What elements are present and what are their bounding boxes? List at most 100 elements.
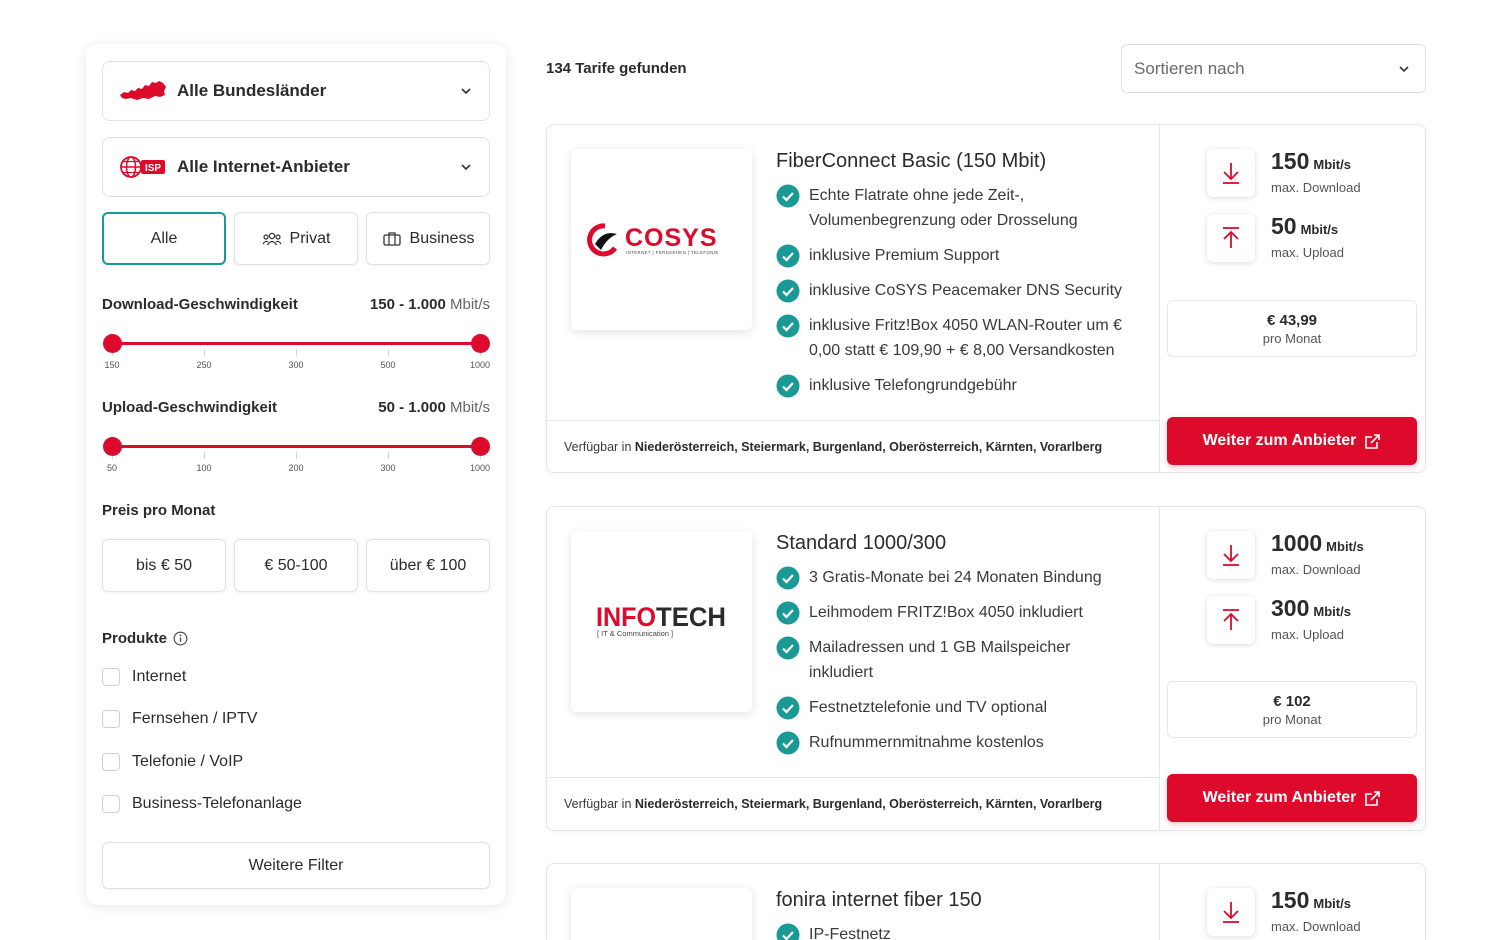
product-checkbox-pbx[interactable]: Business-Telefonanlage (102, 795, 302, 813)
upload-speed-text: 300 Mbit/s max. Upload (1271, 596, 1351, 642)
feature-text: inklusive Premium Support (809, 247, 1000, 264)
checkbox[interactable] (102, 795, 120, 813)
feature-list: 3 Gratis-Monate bei 24 Monaten Bindung L… (776, 565, 1136, 765)
check-circle-icon (776, 566, 800, 590)
slider-tick (296, 452, 297, 459)
download-range-unit: Mbit/s (449, 296, 490, 313)
region-dropdown[interactable]: Alle Bundesländer (102, 61, 490, 121)
provider-logo: INFO TECH [ IT & Communication ] (571, 531, 752, 712)
slider-tick-label: 200 (288, 463, 304, 473)
slider-track (112, 445, 480, 448)
infotech-logo-sub: [ IT & Communication ] (597, 629, 673, 638)
external-link-icon (1365, 433, 1381, 449)
download-speed-value-line: 150 Mbit/s (1271, 888, 1361, 916)
slider-thumb-min[interactable] (103, 437, 122, 456)
feature-list: IP-Festnetz (776, 922, 1136, 940)
feature-item: IP-Festnetz (776, 922, 1136, 940)
price-period: pro Monat (1262, 711, 1322, 727)
products-filter-title: Produkte (102, 630, 168, 647)
briefcase-icon (382, 231, 401, 246)
slider-thumb-max[interactable] (471, 437, 490, 456)
download-filter-header: Download-Geschwindigkeit 150 - 1.000 Mbi… (102, 296, 490, 313)
divider (547, 420, 1159, 421)
feature-item: Leihmodem FRITZ!Box 4050 inkludiert (776, 600, 1136, 625)
slider-tick-label: 100 (196, 463, 212, 473)
provider-link-button[interactable]: Weiter zum Anbieter (1167, 774, 1417, 822)
checkbox[interactable] (102, 668, 120, 686)
customer-type-business[interactable]: Business (366, 212, 490, 265)
product-checkbox-internet[interactable]: Internet (102, 668, 186, 686)
product-checkbox-voip[interactable]: Telefonie / VoIP (102, 753, 243, 771)
more-filters-button[interactable]: Weitere Filter (102, 842, 490, 889)
slider-tick (204, 349, 205, 356)
product-checkbox-tv[interactable]: Fernsehen / IPTV (102, 710, 257, 728)
feature-item: inklusive CoSYS Peacemaker DNS Security (776, 278, 1136, 303)
slider-tick-label: 150 (104, 360, 120, 370)
feature-item: 3 Gratis-Monate bei 24 Monaten Bindung (776, 565, 1136, 590)
price-option-50-100[interactable]: € 50-100 (234, 539, 358, 592)
sort-dropdown[interactable]: Sortieren nach (1121, 44, 1426, 93)
isp-globe-icon: ISP (119, 152, 167, 182)
slider-tick-label: 300 (288, 360, 304, 370)
download-arrow-icon (1207, 531, 1255, 579)
upload-speed-value-line: 300 Mbit/s (1271, 596, 1351, 624)
slider-tick-label: 300 (380, 463, 396, 473)
upload-range-value: 50 - 1.000 Mbit/s (378, 399, 490, 416)
upload-speed-label: max. Upload (1271, 627, 1344, 642)
upload-speed-label: max. Upload (1271, 245, 1344, 260)
download-speed-value-line: 1000 Mbit/s (1271, 531, 1364, 559)
divider (1159, 864, 1160, 940)
feature-text: Leihmodem FRITZ!Box 4050 inkludiert (809, 604, 1083, 621)
checkbox[interactable] (102, 753, 120, 771)
sort-dropdown-placeholder: Sortieren nach (1134, 58, 1245, 78)
customer-type-business-label: Business (409, 229, 475, 247)
availability-regions: Niederösterreich, Steiermark, Burgenland… (634, 797, 1103, 811)
check-circle-icon (776, 184, 800, 208)
upload-filter-header: Upload-Geschwindigkeit 50 - 1.000 Mbit/s (102, 399, 490, 416)
download-speed-text: 150 Mbit/s max. Download (1271, 888, 1361, 934)
price-options: bis € 50 € 50-100 über € 100 (102, 539, 490, 592)
download-speed: 150 Mbit/s max. Download (1207, 888, 1361, 936)
availability-prefix: Verfügbar in (564, 797, 632, 811)
slider-tick-label: 250 (196, 360, 212, 370)
customer-type-all-label: Alle (150, 229, 178, 247)
price-option-under-50[interactable]: bis € 50 (102, 539, 226, 592)
slider-track (112, 342, 480, 345)
tariff-card: fonira internet fiber 150 IP-Festnetz 15… (546, 863, 1426, 940)
upload-speed: 50 Mbit/s max. Upload (1207, 214, 1344, 262)
feature-list: Echte Flatrate ohne jede Zeit-, Volumenb… (776, 183, 1136, 408)
availability-regions: Niederösterreich, Steiermark, Burgenland… (634, 440, 1103, 454)
external-link-icon (1365, 790, 1381, 806)
slider-tick (388, 349, 389, 356)
upload-range-numbers: 50 - 1.000 (378, 399, 446, 416)
upload-speed-slider[interactable]: 50 100 200 300 1000 (103, 436, 490, 476)
info-icon[interactable] (173, 631, 188, 646)
checkbox[interactable] (102, 710, 120, 728)
slider-tick (296, 349, 297, 356)
check-circle-icon (776, 244, 800, 268)
availability-text: Verfügbar in Niederösterreich, Steiermar… (564, 797, 1102, 811)
upload-arrow-icon (1207, 214, 1255, 262)
customer-type-private[interactable]: Privat (234, 212, 358, 265)
feature-text: inklusive Telefongrundgebühr (809, 377, 1017, 394)
download-filter-title: Download-Geschwindigkeit (102, 296, 298, 313)
feature-item: inklusive Fritz!Box 4050 WLAN-Router um … (776, 313, 1136, 363)
customer-type-all[interactable]: Alle (102, 212, 226, 265)
feature-text: Echte Flatrate ohne jede Zeit-, Volumenb… (809, 187, 1078, 229)
upload-speed-unit: Mbit/s (1300, 222, 1339, 237)
tariff-title: fonira internet fiber 150 (776, 889, 982, 911)
price-option-over-100[interactable]: über € 100 (366, 539, 490, 592)
cosys-logo-text: COSYS (625, 224, 718, 252)
price-box: € 43,99 pro Monat (1167, 300, 1417, 357)
provider-link-button[interactable]: Weiter zum Anbieter (1167, 417, 1417, 465)
users-icon (262, 232, 282, 245)
download-arrow-icon (1207, 888, 1255, 936)
product-label: Telefonie / VoIP (132, 753, 244, 770)
slider-thumb-min[interactable] (103, 334, 122, 353)
provider-dropdown[interactable]: ISP Alle Internet-Anbieter (102, 137, 490, 197)
slider-thumb-max[interactable] (471, 334, 490, 353)
download-speed-text: 150 Mbit/s max. Download (1271, 149, 1361, 195)
download-speed-slider[interactable]: 150 250 300 500 1000 (103, 333, 490, 373)
download-speed-value: 150 (1271, 148, 1310, 174)
cosys-logo: COSYS INTERNET | FERNSEHEN | TELEFONIE (586, 222, 718, 256)
